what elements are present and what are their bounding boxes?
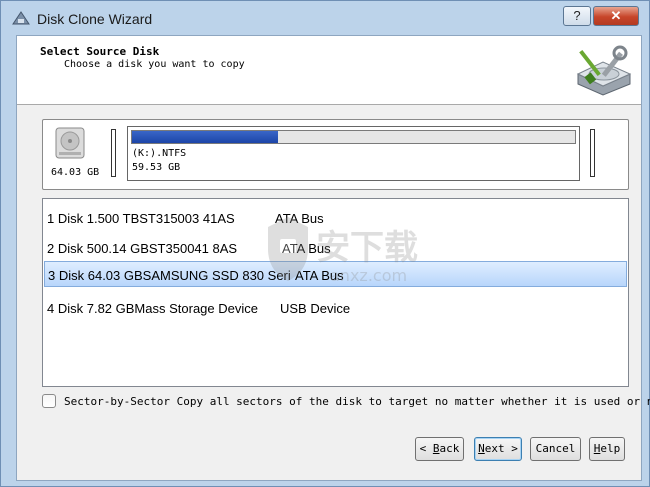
wizard-header: Select Source Disk Choose a disk you wan… <box>17 36 641 105</box>
disk-row-bus: ATA Bus <box>282 241 331 256</box>
disk-row-name: 3 Disk 64.03 GBSAMSUNG SSD 830 Seri <box>48 268 291 283</box>
disk-row-bus: ATA Bus <box>295 268 344 283</box>
disk-row-bus: USB Device <box>280 301 351 316</box>
disk-size-label: 64.03 GB <box>51 167 100 178</box>
disk-row[interactable]: 1 Disk 1.500 TBST315003 41AS ATA Bus <box>44 205 627 231</box>
close-icon: ✕ <box>610 8 622 23</box>
partition-size: 59.53 GB <box>132 162 181 173</box>
disk-bar-left <box>111 129 116 177</box>
app-icon <box>12 11 30 25</box>
disk-row-name: 1 Disk 1.500 TBST315003 41AS <box>47 211 235 226</box>
help-button[interactable]: Help <box>589 437 625 461</box>
cancel-button[interactable]: Cancel <box>530 437 581 461</box>
back-mnemonic: B <box>432 442 440 455</box>
hard-disk-icon <box>55 127 85 159</box>
partition-usage-fill <box>132 131 278 143</box>
title-bar[interactable]: Disk Clone Wizard ? ✕ <box>1 1 649 34</box>
partition-usage-bar <box>131 130 576 144</box>
chevron-left-icon: < <box>419 442 427 455</box>
sector-copy-label: Sector-by-Sector Copy all sectors of the… <box>64 395 650 408</box>
disk-row[interactable]: 2 Disk 500.14 GBST350041 8AS ATA Bus <box>44 235 627 261</box>
wizard-client-area: Select Source Disk Choose a disk you wan… <box>16 35 650 481</box>
disk-row[interactable]: 4 Disk 7.82 GBMass Storage Device USB Dev… <box>44 295 627 321</box>
close-button[interactable]: ✕ <box>593 6 639 26</box>
disk-row-name: 4 Disk 7.82 GBMass Storage Device <box>47 301 258 316</box>
disk-tools-icon <box>576 45 632 96</box>
wizard-window: Disk Clone Wizard ? ✕ Select Source Disk… <box>0 0 650 487</box>
partition-block[interactable]: (K:).NTFS 59.53 GB <box>127 126 580 181</box>
disk-list[interactable]: 1 Disk 1.500 TBST315003 41AS ATA Bus 2 Dis… <box>42 198 629 387</box>
page-title: Select Source Disk <box>40 45 160 58</box>
next-label: ext <box>484 442 505 455</box>
next-button[interactable]: Next > <box>474 437 522 461</box>
window-title: Disk Clone Wizard <box>37 11 153 27</box>
sector-copy-option[interactable]: Sector-by-Sector Copy all sectors of the… <box>42 393 650 413</box>
chevron-right-icon: > <box>511 442 518 455</box>
source-disk-panel: 64.03 GB (K:).NTFS 59.53 GB <box>42 119 629 190</box>
title-help-button[interactable]: ? <box>563 6 591 26</box>
page-subtitle: Choose a disk you want to copy <box>64 59 245 70</box>
help-icon: ? <box>573 8 581 23</box>
disk-bar-right <box>590 129 595 177</box>
disk-row-name: 2 Disk 500.14 GBST350041 8AS <box>47 241 238 256</box>
disk-row[interactable]: 3 Disk 64.03 GBSAMSUNG SSD 830 Seri ATA B… <box>44 261 627 287</box>
disk-row-bus: ATA Bus <box>275 211 324 226</box>
help-label: elp <box>600 442 621 455</box>
sector-copy-checkbox[interactable] <box>42 394 56 408</box>
back-label: ack <box>439 442 460 455</box>
next-mnemonic: N <box>478 442 485 455</box>
partition-label: (K:).NTFS <box>132 148 187 159</box>
back-button[interactable]: < Back <box>415 437 464 461</box>
